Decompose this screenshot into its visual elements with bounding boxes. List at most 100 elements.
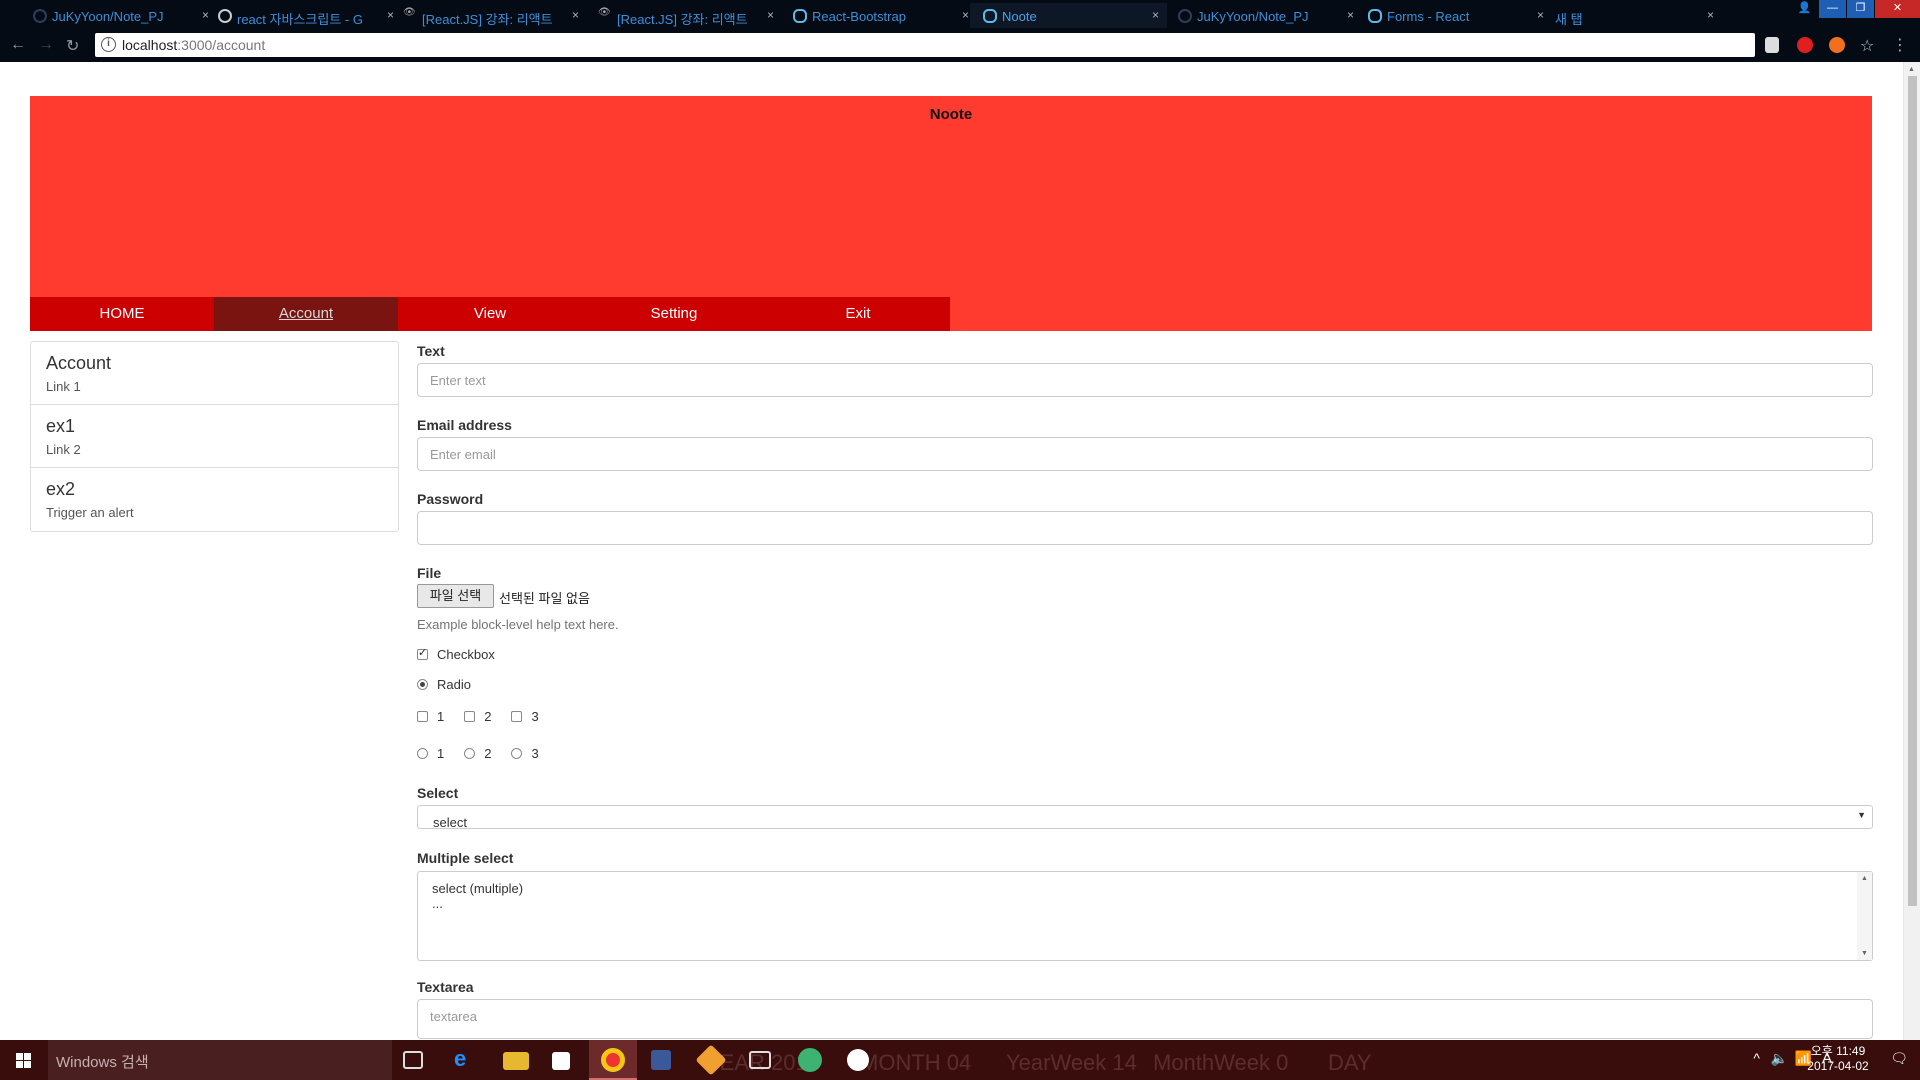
inline-checkbox-label: 2 — [484, 709, 492, 724]
maximize-button[interactable]: ❐ — [1847, 0, 1874, 18]
nav-exit[interactable]: Exit — [766, 297, 950, 331]
checkbox-label: Checkbox — [437, 647, 495, 662]
scrollbar-thumb[interactable] — [1908, 76, 1917, 906]
edge-icon[interactable]: e — [454, 1046, 480, 1071]
shield-extension-icon[interactable] — [1765, 37, 1779, 53]
windows-icon — [16, 1053, 31, 1068]
tab-close-icon[interactable]: × — [1347, 8, 1354, 22]
inline-radio-3[interactable]: 3 — [511, 746, 539, 761]
text-input[interactable]: Enter text — [417, 363, 1873, 397]
checkbox-row[interactable]: Checkbox — [417, 646, 495, 662]
password-input[interactable] — [417, 511, 1873, 545]
sidebar-item-ex1[interactable]: ex1 Link 2 — [31, 405, 398, 468]
multiselect-option[interactable]: select (multiple) — [432, 881, 523, 896]
browser-tab[interactable]: React-Bootstrap × — [780, 3, 977, 28]
select-dropdown[interactable]: select ▼ — [417, 805, 1873, 829]
profile-icon[interactable]: 👤 — [1791, 0, 1818, 18]
inline-radio-2[interactable]: 2 — [464, 746, 491, 761]
inline-checkbox-3[interactable]: 3 — [511, 709, 539, 724]
facebook-icon[interactable] — [651, 1050, 671, 1070]
browser-toolbar: ← → ↻ i localhost:3000/account ☆ ⋮ — [0, 28, 1920, 62]
sidebar-item-account[interactable]: Account Link 1 — [31, 342, 398, 405]
window-controls: 👤 — ❐ ✕ — [1791, 0, 1920, 20]
tab-title: Forms - React — [1387, 9, 1470, 24]
radio-row[interactable]: Radio — [417, 677, 471, 692]
brand-title: Noote — [929, 106, 973, 123]
nav-home[interactable]: HOME — [30, 297, 214, 331]
chrome-icon — [601, 1048, 625, 1072]
tab-close-icon[interactable]: × — [572, 8, 579, 22]
radio[interactable] — [511, 748, 523, 759]
browser-tab[interactable]: 👁 [React.JS] 강좌: 리액트 × — [390, 3, 587, 28]
radio[interactable] — [417, 748, 428, 759]
checkbox[interactable] — [464, 711, 476, 722]
browser-tab[interactable]: 👁 [React.JS] 강좌: 리액트 × — [585, 3, 782, 28]
help-text: Example block-level help text here. — [417, 617, 619, 632]
volume-icon[interactable]: 🔈 — [1771, 1050, 1788, 1067]
browser-tab-active[interactable]: Noote × — [970, 3, 1167, 28]
back-icon[interactable]: ← — [10, 36, 26, 54]
browser-tab[interactable]: 새 탭 × — [1525, 3, 1722, 28]
chevron-up-icon[interactable]: ^ — [1753, 1050, 1760, 1066]
browser-tab[interactable]: react 자바스크립트 - G × — [205, 3, 402, 28]
tab-close-icon[interactable]: × — [1707, 8, 1714, 22]
chevron-down-icon: ▼ — [1857, 810, 1866, 820]
terminal-icon[interactable] — [749, 1051, 771, 1069]
scroll-down-icon[interactable]: ▼ — [1861, 950, 1868, 957]
star-icon[interactable]: ☆ — [1860, 36, 1874, 56]
clock[interactable]: 오후 11:49 2017-04-02 — [1798, 1044, 1878, 1074]
adblock-extension-icon[interactable] — [1797, 37, 1813, 53]
checkbox[interactable] — [417, 711, 428, 722]
textarea-input[interactable]: textarea — [417, 999, 1873, 1039]
page-scrollbar[interactable]: ▲ — [1903, 62, 1920, 1040]
inline-checkbox-2[interactable]: 2 — [464, 709, 491, 724]
scroll-up-icon[interactable]: ▲ — [1861, 875, 1868, 882]
forward-icon[interactable]: → — [38, 36, 54, 54]
email-placeholder: Enter email — [430, 447, 496, 462]
scroll-up-icon[interactable]: ▲ — [1908, 66, 1915, 73]
tab-close-icon[interactable]: × — [962, 8, 969, 22]
checkbox[interactable] — [511, 711, 523, 722]
multiselect-option[interactable]: ... — [432, 896, 443, 911]
clock-date: 2017-04-02 — [1807, 1059, 1869, 1073]
address-bar[interactable]: i localhost:3000/account — [95, 33, 1755, 57]
clock-time: 오후 11:49 — [1810, 1044, 1866, 1058]
browser-tab[interactable]: JuKyYoon/Note_PJ × — [20, 3, 217, 28]
extension-icon[interactable] — [1829, 37, 1845, 53]
minimize-button[interactable]: — — [1819, 0, 1846, 18]
multiple-select[interactable]: select (multiple) ... ▲ ▼ — [417, 871, 1873, 961]
tab-close-icon[interactable]: × — [1152, 8, 1159, 22]
menu-icon[interactable]: ⋮ — [1892, 35, 1908, 55]
email-input[interactable]: Enter email — [417, 437, 1873, 471]
app-icon[interactable] — [798, 1048, 822, 1072]
notification-icon[interactable]: 🗨 — [1890, 1050, 1908, 1067]
info-icon[interactable]: i — [101, 37, 116, 52]
file-choose-button[interactable]: 파일 선택 — [417, 584, 494, 608]
task-view-icon[interactable] — [403, 1051, 423, 1069]
nav-view[interactable]: View — [398, 297, 582, 331]
tab-close-icon[interactable]: × — [767, 8, 774, 22]
store-icon[interactable] — [552, 1052, 570, 1070]
start-button[interactable] — [0, 1040, 48, 1080]
browser-tab[interactable]: JuKyYoon/Note_PJ × — [1165, 3, 1362, 28]
sidebar-item-ex2[interactable]: ex2 Trigger an alert — [31, 468, 398, 531]
radio[interactable] — [464, 748, 476, 759]
taskbar-search[interactable]: Windows 검색 — [48, 1040, 392, 1080]
browser-tab[interactable]: Forms - React × — [1355, 3, 1552, 28]
inline-radio-label: 3 — [531, 746, 539, 761]
nav-setting[interactable]: Setting — [582, 297, 766, 331]
close-window-button[interactable]: ✕ — [1875, 0, 1920, 18]
checkbox-checked[interactable] — [417, 646, 428, 660]
inline-radio-1[interactable]: 1 — [417, 746, 444, 761]
sidebar-item-text: Link 2 — [46, 442, 81, 457]
yearweek-label: YearWeek 14 — [1006, 1050, 1137, 1075]
reload-icon[interactable]: ↻ — [66, 36, 79, 56]
monthweek-label: MonthWeek 0 — [1153, 1050, 1289, 1075]
radio-selected[interactable] — [417, 679, 428, 690]
multiselect-scrollbar[interactable]: ▲ ▼ — [1857, 872, 1872, 960]
file-explorer-icon[interactable] — [503, 1052, 529, 1070]
slack-icon[interactable] — [847, 1049, 869, 1071]
nav-account[interactable]: Account — [214, 297, 398, 331]
inline-radio-label: 2 — [484, 746, 492, 761]
inline-checkbox-1[interactable]: 1 — [417, 709, 444, 724]
